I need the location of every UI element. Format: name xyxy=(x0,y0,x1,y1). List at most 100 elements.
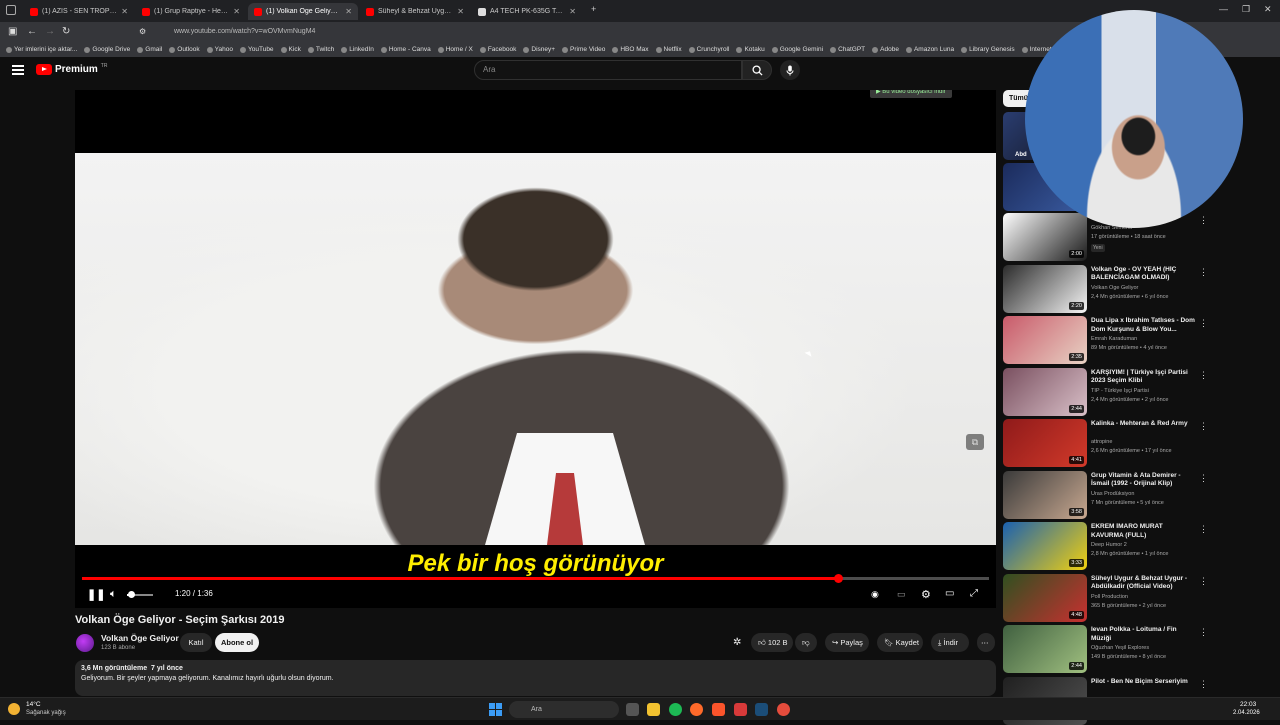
voice-search-button[interactable] xyxy=(780,60,800,80)
minimize-icon[interactable]: — xyxy=(1219,4,1228,14)
browser-tab[interactable]: (1) Grup Raptiye - Hello Malatya✕ xyxy=(136,3,246,20)
recommendation-thumbnail[interactable]: 4:48 xyxy=(1003,573,1087,622)
recommendation-title[interactable]: Volkan Öge - OV YEAH (HİÇ BALENCİAGAM OL… xyxy=(1091,266,1196,283)
hamburger-menu-icon[interactable] xyxy=(12,65,24,75)
site-info-icon[interactable]: ⚙ xyxy=(139,27,146,36)
bookmark-item[interactable]: Yer imlerini içe aktar... xyxy=(6,46,77,53)
browser-tab-active[interactable]: (1) Volkan Öge Geliyor - Seçim✕ xyxy=(248,3,358,20)
recommendation-channel[interactable]: Deep Humor 2 xyxy=(1091,542,1196,548)
recommendation-title[interactable]: Grup Vitamin & Ata Demirer - İsmail (199… xyxy=(1091,472,1196,489)
close-tab-icon[interactable]: ✕ xyxy=(345,7,352,16)
bookmark-item[interactable]: Adobe xyxy=(872,46,899,53)
recommendation-channel[interactable]: Uras Prodüksiyon xyxy=(1091,491,1196,497)
recommendation-title[interactable]: Ievan Polkka - Loituma / Fin Müziği xyxy=(1091,626,1196,643)
autoplay-toggle-icon[interactable]: ◉ xyxy=(871,589,879,600)
recommendation-item[interactable]: 3:58 Grup Vitamin & Ata Demirer - İsmail … xyxy=(1003,470,1208,519)
weather-description[interactable]: Sağanak yağış xyxy=(26,710,66,716)
reload-icon[interactable]: ↻ xyxy=(62,26,70,37)
recommendation-channel[interactable]: Emrah Karaduman xyxy=(1091,336,1196,342)
close-tab-icon[interactable]: ✕ xyxy=(121,7,128,16)
close-tab-icon[interactable]: ✕ xyxy=(233,7,240,16)
pause-icon[interactable]: ❚❚ xyxy=(87,588,105,601)
more-options-icon[interactable]: ⋮ xyxy=(1199,318,1208,329)
recommendation-channel[interactable]: Poll Production xyxy=(1091,594,1196,600)
recommendation-item[interactable]: 2:20 Volkan Öge - OV YEAH (HİÇ BALENCİAGA… xyxy=(1003,264,1208,313)
more-options-icon[interactable]: ⋮ xyxy=(1199,215,1208,226)
recommendation-channel[interactable]: Volkan Öge Geliyor xyxy=(1091,285,1196,291)
bookmark-item[interactable]: Disney+ xyxy=(523,46,555,53)
bookmark-item[interactable]: Facebook xyxy=(479,46,516,53)
chrome-icon[interactable] xyxy=(777,703,790,716)
recommendation-thumbnail[interactable]: 3:33 xyxy=(1003,522,1087,570)
recommendation-thumbnail[interactable]: 2:44 xyxy=(1003,625,1087,673)
bookmark-item[interactable]: Home / X xyxy=(437,46,473,53)
more-options-icon[interactable]: ⋮ xyxy=(1199,421,1208,432)
bookmark-item[interactable]: Home - Canva xyxy=(380,46,431,53)
video-frame[interactable] xyxy=(75,153,996,545)
recommendation-title[interactable]: KARŞIYIM! | Türkiye İşçi Partisi 2023 Se… xyxy=(1091,369,1196,386)
browser-tab[interactable]: (1) AZIS - SEN TROPE / АЗИС✕ xyxy=(24,3,134,20)
more-options-icon[interactable]: ⋮ xyxy=(1199,627,1208,638)
more-options-icon[interactable]: ⋮ xyxy=(1199,267,1208,278)
wps-office-icon[interactable] xyxy=(734,703,747,716)
more-options-icon[interactable]: ⋮ xyxy=(1199,576,1208,587)
weather-icon[interactable] xyxy=(8,703,20,715)
volume-knob[interactable] xyxy=(127,591,135,598)
back-icon[interactable]: ← xyxy=(27,26,37,37)
bookmark-item[interactable]: Twitch xyxy=(307,46,334,53)
recommendation-thumbnail[interactable]: 3:58 xyxy=(1003,470,1087,519)
recommendation-item[interactable]: 2:35 Dua Lipa x İbrahim Tatlıses - Dom Do… xyxy=(1003,316,1208,364)
bookmark-item[interactable]: HBO Max xyxy=(612,46,649,53)
new-tab-icon[interactable]: + xyxy=(591,4,596,14)
channel-name[interactable]: Volkan Öge Geliyor xyxy=(101,633,179,643)
progress-scrubber[interactable] xyxy=(833,574,843,583)
forward-icon[interactable]: → xyxy=(45,26,55,37)
recommendation-thumbnail[interactable]: 2:20 xyxy=(1003,264,1087,313)
bookmark-item[interactable]: Kotaku xyxy=(736,46,765,53)
channel-avatar[interactable] xyxy=(76,634,94,652)
dislike-button[interactable]: 👎︎ xyxy=(795,633,817,652)
bookmark-item[interactable]: Kick xyxy=(280,46,301,53)
ai-sparkle-icon[interactable]: ✲ xyxy=(733,633,747,652)
settings-gear-icon[interactable]: ⚙ xyxy=(921,588,931,601)
file-explorer-icon[interactable] xyxy=(647,703,660,716)
browser-tab[interactable]: A4 TECH PK-635G Tak Çalıştır Y✕ xyxy=(472,3,582,20)
clock-date[interactable]: 2.04.2026 xyxy=(1233,710,1260,716)
fullscreen-icon[interactable]: ⤢ xyxy=(970,588,978,599)
volume-icon[interactable]: 🔈︎ xyxy=(110,588,117,601)
recommendation-item[interactable]: 4:41 Kalinka - Mehteran & Red Army attropi… xyxy=(1003,419,1208,467)
tab-actions-icon[interactable] xyxy=(6,5,16,15)
description-box[interactable]: 3,6 Mn görüntüleme 7 yıl önce Geliyorum.… xyxy=(75,660,996,696)
bookmark-item[interactable]: ChatGPT xyxy=(830,46,865,53)
save-button[interactable]: 🔖︎ Kaydet xyxy=(877,633,923,652)
video-player[interactable]: ▶ Bu video dosyasıcı indir ⧉ Pek bir hoş… xyxy=(75,90,996,608)
more-options-icon[interactable]: ⋮ xyxy=(1199,473,1208,484)
close-window-icon[interactable]: ✕ xyxy=(1264,4,1272,15)
bookmark-item[interactable]: Gmail xyxy=(137,46,162,53)
weather-temperature[interactable]: 14°C xyxy=(26,701,41,708)
bookmark-item[interactable]: LinkedIn xyxy=(341,46,374,53)
bookmark-item[interactable]: YouTube xyxy=(240,46,274,53)
more-options-icon[interactable]: ⋮ xyxy=(1199,679,1208,690)
join-button[interactable]: Katıl xyxy=(180,633,212,652)
brave-icon[interactable] xyxy=(712,703,725,716)
recommendation-channel[interactable]: Oğuzhan Yeşil Explores xyxy=(1091,645,1196,651)
bookmark-item[interactable]: Google Drive xyxy=(84,46,130,53)
recommendation-thumbnail[interactable]: 4:41 xyxy=(1003,419,1087,467)
subscribe-button[interactable]: Abone ol xyxy=(215,633,259,652)
miniplayer-icon[interactable]: ⧉ xyxy=(966,434,984,450)
recommendation-channel[interactable]: TİP - Türkiye İşçi Partisi xyxy=(1091,388,1196,394)
more-options-icon[interactable]: ⋮ xyxy=(1199,370,1208,381)
firefox-icon[interactable] xyxy=(690,703,703,716)
more-options-icon[interactable]: ⋮ xyxy=(1199,524,1208,535)
browser-tab[interactable]: Süheyl & Behzat Uygur - Ab✕ xyxy=(360,3,470,20)
recommendation-thumbnail[interactable]: 2:44 xyxy=(1003,367,1087,416)
more-actions-icon[interactable]: ⋯ xyxy=(977,633,995,652)
bookmark-item[interactable]: Yahoo xyxy=(206,46,233,53)
taskbar-search[interactable]: Ara xyxy=(509,701,619,718)
bookmark-item[interactable]: Google Gemini xyxy=(771,46,823,53)
recommendation-title[interactable]: Dua Lipa x İbrahim Tatlıses - Dom Dom Ku… xyxy=(1091,317,1196,334)
bookmark-item[interactable]: Library Genesis xyxy=(961,46,1015,53)
progress-bar[interactable] xyxy=(82,574,989,583)
steam-icon[interactable] xyxy=(755,703,768,716)
